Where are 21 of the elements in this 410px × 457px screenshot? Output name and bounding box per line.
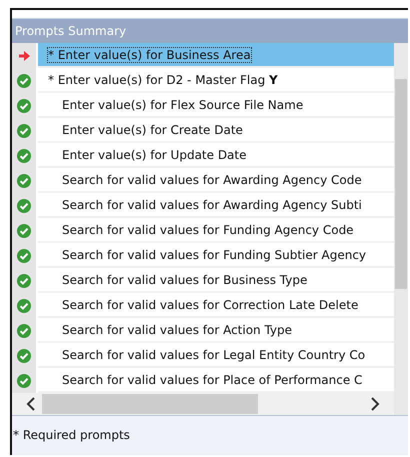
prompt-item[interactable]: * Enter value(s) for Business Area	[38, 43, 394, 68]
check-circle-icon	[17, 74, 31, 88]
arrow-icon	[18, 50, 30, 60]
check-circle-icon	[17, 274, 31, 288]
check-circle-icon	[17, 248, 31, 262]
footer-note: * Required prompts	[13, 428, 130, 442]
check-circle-icon	[17, 348, 31, 362]
check-circle-icon	[17, 374, 31, 388]
check-circle-icon	[17, 298, 31, 312]
check-circle-icon	[17, 98, 31, 112]
vertical-scrollbar[interactable]	[394, 43, 408, 415]
scroll-right-icon[interactable]	[370, 397, 380, 411]
check-circle-icon	[17, 198, 31, 212]
horizontal-scrollbar[interactable]	[12, 393, 394, 415]
check-circle-icon	[17, 174, 31, 188]
scroll-left-icon[interactable]	[26, 397, 36, 411]
check-circle-icon	[17, 124, 31, 138]
panel-title: Prompts Summary	[12, 18, 408, 43]
check-circle-icon	[17, 148, 31, 162]
check-circle-icon	[17, 224, 31, 238]
check-circle-icon	[17, 324, 31, 338]
